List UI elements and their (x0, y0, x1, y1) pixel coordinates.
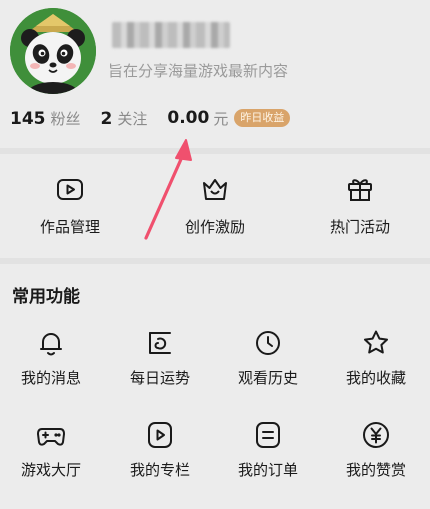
section-divider (0, 148, 430, 154)
daily-fortune-button[interactable]: 每日运势 (106, 328, 214, 388)
income-badge: 昨日收益 (234, 109, 291, 127)
following-stat[interactable]: 2 关注 (101, 108, 148, 129)
fans-stat[interactable]: 145 粉丝 (10, 108, 81, 129)
gift-icon (348, 179, 372, 201)
crown-icon (203, 179, 227, 200)
my-messages-button[interactable]: 我的消息 (0, 328, 105, 388)
star-icon (364, 330, 388, 354)
income-value: 0.00 (167, 108, 210, 128)
following-count: 2 (100, 108, 113, 129)
watch-history-label: 观看历史 (237, 369, 298, 387)
game-lobby-button[interactable]: 游戏大厅 (0, 420, 105, 480)
username-blurred (112, 22, 230, 48)
fortune-icon (149, 332, 171, 354)
creator-actions: 作品管理 创作激励 热门活动 (0, 162, 430, 252)
profile-bio: 旨在分享海量游戏最新内容 (108, 62, 289, 80)
works-management-label: 作品管理 (39, 218, 100, 236)
my-favorites-label: 我的收藏 (345, 369, 406, 387)
stats-row: 145 粉丝 2 关注 0.00 元 昨日收益 (10, 106, 291, 130)
panda-avatar-image (10, 8, 96, 94)
creator-incentive-button[interactable]: 创作激励 (145, 174, 285, 237)
clock-icon (256, 331, 280, 355)
works-management-button[interactable]: 作品管理 (0, 174, 140, 237)
hot-events-button[interactable]: 热门活动 (290, 174, 430, 237)
game-lobby-label: 游戏大厅 (20, 461, 81, 479)
creator-incentive-label: 创作激励 (184, 218, 245, 236)
bell-icon (40, 333, 62, 356)
income-stat[interactable]: 0.00 元 昨日收益 (167, 108, 291, 129)
daily-fortune-label: 每日运势 (129, 369, 190, 387)
my-orders-button[interactable]: 我的订单 (214, 420, 322, 480)
my-messages-label: 我的消息 (20, 369, 81, 387)
fans-label: 粉丝 (50, 109, 81, 128)
profile-header: 旨在分享海量游戏最新内容 145 粉丝 2 关注 0.00 元 昨日收益 (0, 0, 430, 150)
play-icon (57, 179, 83, 200)
watch-history-button[interactable]: 观看历史 (214, 328, 322, 388)
avatar[interactable] (10, 8, 96, 94)
my-favorites-button[interactable]: 我的收藏 (322, 328, 430, 388)
gamepad-icon (37, 428, 65, 446)
yen-icon (363, 422, 389, 448)
my-appreciation-label: 我的赞赏 (345, 461, 406, 479)
my-appreciation-button[interactable]: 我的赞赏 (322, 420, 430, 480)
common-functions-title: 常用功能 (12, 287, 80, 307)
fans-count: 145 (10, 108, 46, 129)
my-column-button[interactable]: 我的专栏 (106, 420, 214, 480)
order-icon (256, 422, 280, 448)
hot-events-label: 热门活动 (329, 218, 390, 236)
section-divider (0, 258, 430, 264)
my-orders-label: 我的订单 (237, 461, 298, 479)
income-unit: 元 (213, 109, 229, 128)
my-column-label: 我的专栏 (129, 461, 190, 479)
play-icon (148, 422, 172, 448)
following-label: 关注 (117, 109, 148, 128)
